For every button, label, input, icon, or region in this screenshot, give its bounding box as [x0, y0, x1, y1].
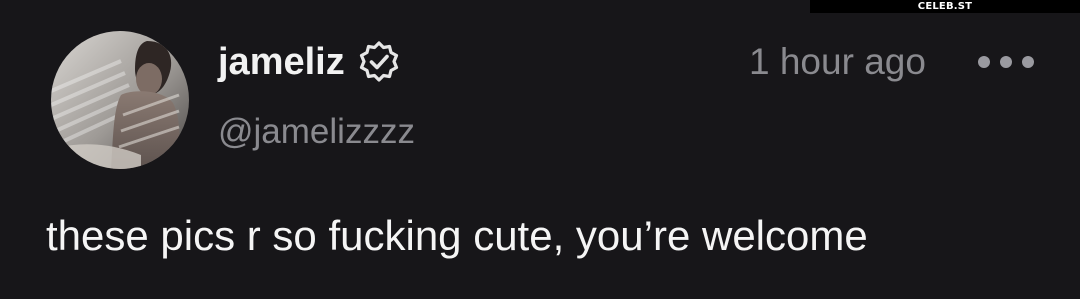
post-timestamp: 1 hour ago: [749, 41, 926, 82]
watermark: CELEB.ST: [917, 1, 973, 12]
verified-badge-icon: [357, 40, 401, 84]
ellipsis-dot-icon: [978, 56, 990, 68]
avatar-image: [51, 31, 189, 169]
username[interactable]: jameliz: [218, 38, 345, 86]
more-options-button[interactable]: [978, 44, 1034, 80]
author-row[interactable]: jameliz: [218, 38, 401, 86]
ellipsis-dot-icon: [1000, 56, 1012, 68]
avatar[interactable]: [51, 31, 189, 169]
post-body-text: these pics r so fucking cute, you’re wel…: [46, 212, 868, 259]
user-handle[interactable]: @jamelizzzz: [218, 110, 415, 154]
ellipsis-dot-icon: [1022, 56, 1034, 68]
